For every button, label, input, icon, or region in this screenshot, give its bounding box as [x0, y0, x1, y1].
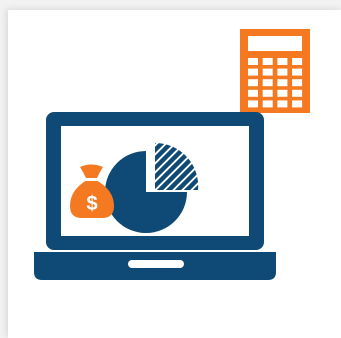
calculator-icon	[240, 29, 310, 113]
calculator-key	[277, 89, 288, 97]
calculator-key	[262, 68, 273, 76]
finance-illustration: $	[34, 29, 310, 280]
trackpad-slot	[128, 260, 184, 268]
calculator-key	[248, 100, 258, 108]
calculator-key	[262, 58, 273, 65]
calculator-key	[248, 58, 258, 65]
calculator-key	[262, 79, 273, 87]
calculator-key	[248, 89, 258, 97]
calculator-key	[292, 58, 303, 65]
page-background: $	[0, 0, 341, 338]
calculator-key	[292, 100, 303, 108]
calculator-key	[277, 58, 288, 65]
calculator-key	[292, 68, 303, 76]
calculator-key	[292, 89, 303, 97]
calculator-key	[277, 68, 288, 76]
calculator-key	[262, 89, 273, 97]
calculator-key	[248, 79, 258, 87]
calculator-key	[262, 100, 273, 108]
calculator-key	[277, 100, 288, 108]
calculator-key	[277, 79, 288, 87]
calculator-key	[248, 68, 258, 76]
calculator-key	[292, 79, 303, 87]
dollar-sign-text: $	[86, 193, 97, 215]
